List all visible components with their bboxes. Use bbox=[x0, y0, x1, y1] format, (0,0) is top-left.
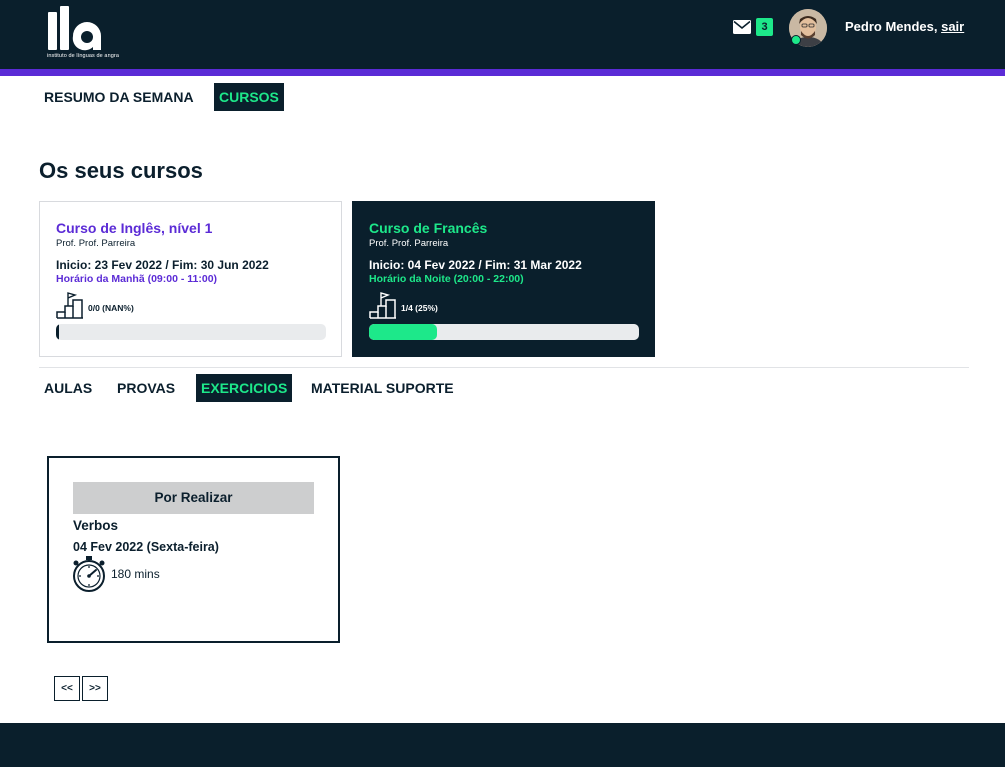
exercise-card[interactable]: Por Realizar Verbos 04 Fev 2022 (Sexta-f… bbox=[47, 456, 340, 643]
course-teacher: Prof. Prof. Parreira bbox=[369, 238, 449, 249]
page-title: Os seus cursos bbox=[39, 158, 203, 183]
course-progress-bar bbox=[369, 324, 639, 340]
user-name: Pedro Mendes, bbox=[845, 19, 938, 34]
course-progress-bar bbox=[56, 324, 326, 340]
course-card-english[interactable]: Curso de Inglês, nível 1 Prof. Prof. Par… bbox=[39, 201, 342, 357]
course-name: Curso de Inglês, nível 1 bbox=[56, 220, 213, 236]
divider bbox=[39, 367, 969, 368]
footer bbox=[0, 723, 1005, 767]
logo[interactable]: instituto de línguas de angra bbox=[46, 6, 136, 64]
exercise-date: 04 Fev 2022 (Sexta-feira) bbox=[73, 540, 219, 554]
previous-page-button[interactable]: << bbox=[54, 676, 80, 701]
course-schedule: Horário da Noite (20:00 - 22:00) bbox=[369, 273, 524, 285]
tab-courses[interactable]: CURSOS bbox=[214, 83, 284, 111]
tab-lessons[interactable]: AULAS bbox=[39, 374, 97, 402]
envelope-icon[interactable] bbox=[733, 20, 751, 34]
course-progress-fill bbox=[56, 324, 60, 340]
stairs-flag-icon bbox=[56, 292, 83, 319]
exercise-status: Por Realizar bbox=[73, 482, 314, 514]
tab-exercises[interactable]: EXERCICIOS bbox=[196, 374, 293, 402]
course-schedule: Horário da Manhã (09:00 - 11:00) bbox=[56, 273, 218, 285]
user-info: Pedro Mendes, sair bbox=[845, 19, 964, 34]
online-status-dot bbox=[791, 35, 801, 45]
logo-mark bbox=[48, 6, 101, 51]
course-teacher: Prof. Prof. Parreira bbox=[56, 238, 136, 249]
course-dates: Inicio: 04 Fev 2022 / Fim: 31 Mar 2022 bbox=[369, 258, 582, 272]
course-progress-fill bbox=[369, 324, 437, 340]
stairs-flag-icon bbox=[369, 292, 396, 319]
logo-caption: instituto de línguas de angra bbox=[47, 53, 120, 59]
unread-count-badge[interactable]: 3 bbox=[756, 18, 773, 36]
exercise-title: Verbos bbox=[73, 518, 119, 533]
top-bar: instituto de línguas de angra 3 Pedro Me… bbox=[0, 0, 1005, 69]
tab-weekly-summary[interactable]: RESUMO DA SEMANA bbox=[39, 83, 199, 111]
course-progress-text: 1/4 (25%) bbox=[401, 303, 438, 313]
course-dates: Inicio: 23 Fev 2022 / Fim: 30 Jun 2022 bbox=[56, 258, 269, 272]
logout-link[interactable]: sair bbox=[941, 19, 964, 34]
tab-support-material[interactable]: MATERIAL SUPORTE bbox=[306, 374, 459, 402]
accent-bar bbox=[0, 69, 1005, 76]
course-card-french[interactable]: Curso de Francês Prof. Prof. Parreira In… bbox=[352, 201, 655, 357]
tab-exams[interactable]: PROVAS bbox=[112, 374, 180, 402]
exercise-duration: 180 mins bbox=[111, 567, 160, 581]
course-name: Curso de Francês bbox=[369, 220, 488, 236]
stopwatch-icon bbox=[73, 556, 105, 592]
course-progress-text: 0/0 (NAN%) bbox=[88, 303, 134, 313]
next-page-button[interactable]: >> bbox=[82, 676, 108, 701]
